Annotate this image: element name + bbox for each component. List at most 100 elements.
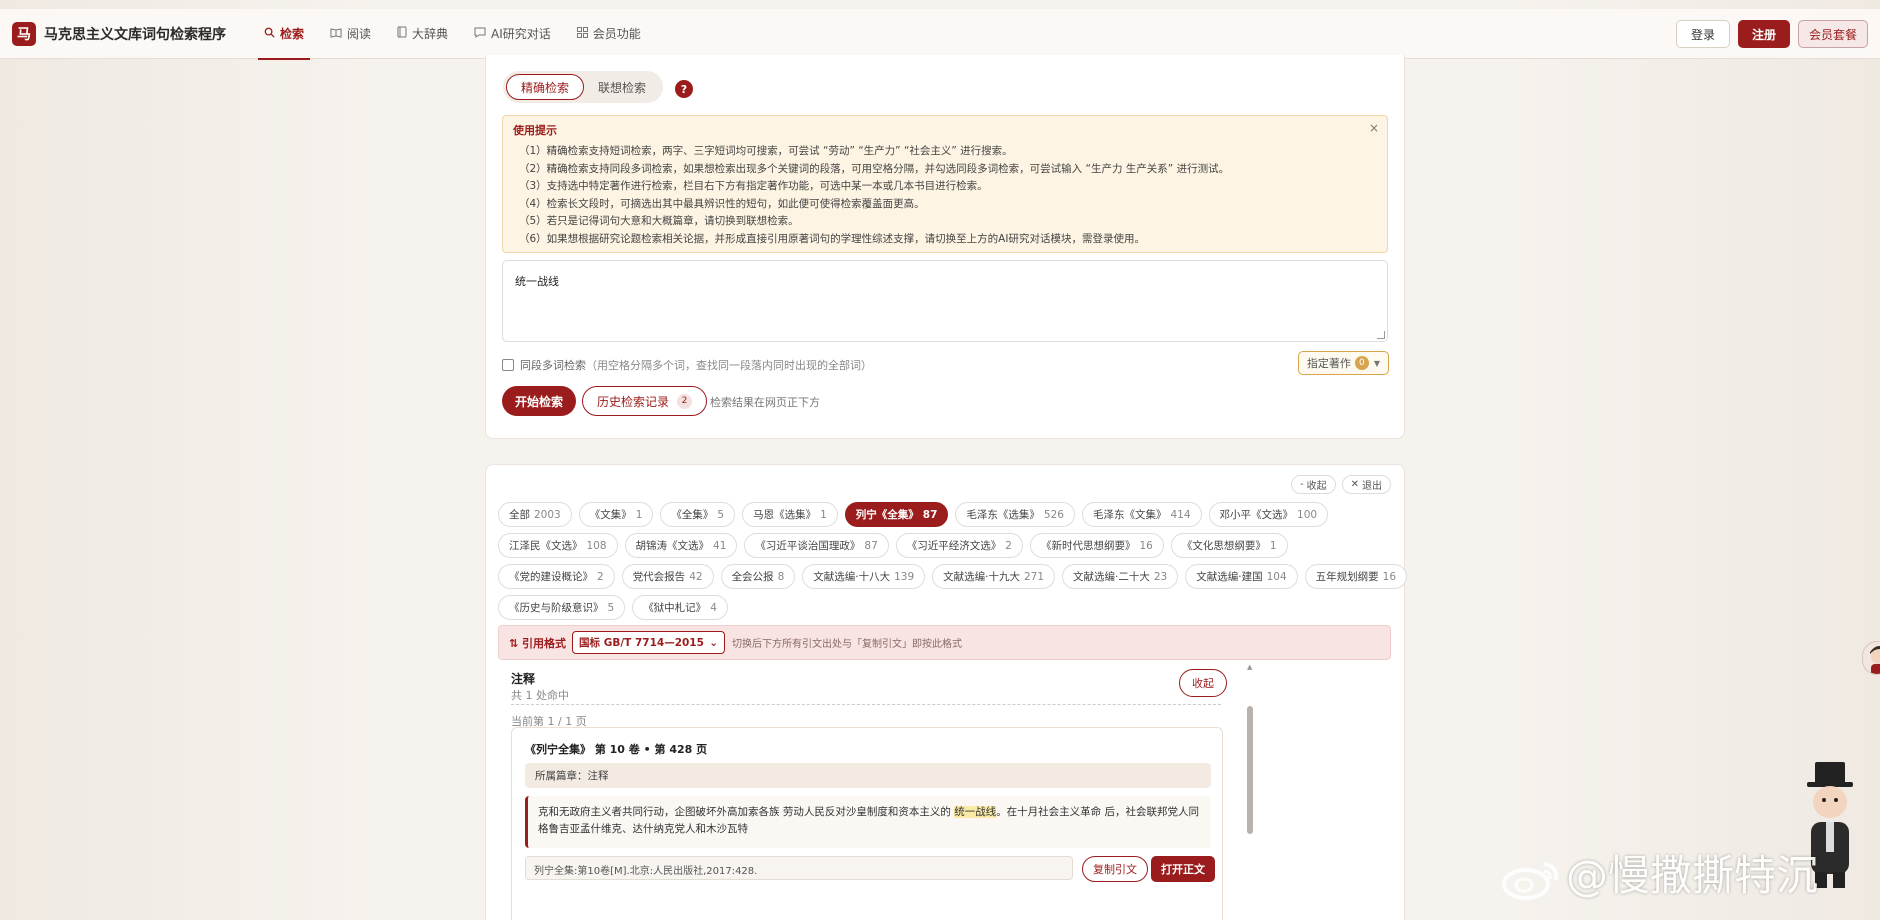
work-filter-chips: 全部 2003 《文集》 1 《全集》 5 马恩《选集》 1 列宁《全集》 87 毛泽东《选集》 52… (498, 502, 1408, 626)
chip-count: 5 (607, 601, 615, 614)
collapse-all-button[interactable]: - 收起 (1291, 475, 1336, 494)
work-filter-chip[interactable]: 《狱中札记》 4 (632, 595, 728, 620)
citation-format-select[interactable]: 国标 GB/T 7714—2015 ⌄ (572, 631, 726, 654)
work-filter-chip[interactable]: 《习近平谈治国理政》 87 (744, 533, 889, 558)
work-filter-chip[interactable]: 全部 2003 (498, 502, 572, 527)
register-button[interactable]: 注册 (1737, 20, 1790, 48)
work-filter-chip[interactable]: 胡锦涛《文选》 41 (624, 533, 738, 558)
nav-item-ai-chat[interactable]: AI研究对话 (466, 9, 559, 59)
chip-label: 邓小平《文选》 (1219, 509, 1294, 521)
chip-label: 《全集》 (671, 509, 714, 521)
nav-item-member[interactable]: 会员功能 (569, 9, 649, 59)
result-title: 《列宁全集》 第 10 卷 • 第 428 页 (525, 743, 708, 756)
close-icon: ✕ (1350, 479, 1359, 490)
nav-item-dictionary[interactable]: 大辞典 (389, 9, 456, 59)
chip-count: 87 (922, 508, 938, 521)
vip-plan-button[interactable]: 会员套餐 (1797, 20, 1868, 48)
search-panel: 精确检索 联想检索 ? 使用提示 × （1）精确检索支持短词检索，两字、三字短词… (485, 55, 1405, 439)
nav-item-label: 会员功能 (592, 27, 641, 41)
notes-group: 注释 共 1 处命中 收起 当前第 1 / 1 页 ▲ 《列宁全集》 第 10 … (498, 663, 1391, 920)
app-logo[interactable]: 马 马克思主义文库词句检索程序 (12, 21, 226, 46)
chip-count: 41 (713, 539, 727, 552)
chip-label: 党代会报告 (632, 571, 686, 583)
chip-label: 毛泽东《文集》 (1092, 509, 1167, 521)
nav-item-label: 大辞典 (412, 27, 449, 41)
search-history-button[interactable]: 历史检索记录 2 (582, 386, 708, 416)
help-icon[interactable]: ? (675, 80, 693, 98)
chip-label: 文献选编·十八大 (813, 571, 891, 583)
collapse-all-label: 收起 (1306, 481, 1327, 492)
scroll-thumb[interactable] (1247, 706, 1253, 834)
scroll-up-icon[interactable]: ▲ (1247, 663, 1252, 671)
tip-line: （3）支持选中特定著作进行检索，栏目右下方有指定著作功能，可选中某一本或几本书目… (519, 180, 988, 192)
exit-button[interactable]: ✕ 退出 (1341, 475, 1391, 494)
nav-item-read[interactable]: 阅读 (322, 9, 379, 59)
work-filter-chip[interactable]: 文献选编·十八大 139 (802, 564, 926, 589)
chip-count: 526 (1043, 508, 1064, 521)
start-search-button[interactable]: 开始检索 (502, 386, 577, 416)
work-filter-chip[interactable]: 党代会报告 42 (621, 564, 714, 589)
chip-count: 139 (894, 570, 915, 583)
copy-citation-button[interactable]: 复制引文 (1082, 856, 1148, 882)
login-button[interactable]: 登录 (1675, 20, 1730, 48)
quote-highlight: 统一战线 (954, 806, 997, 818)
nav-item-label: 检索 (280, 27, 305, 41)
work-filter-chip[interactable]: 毛泽东《选集》 526 (955, 502, 1075, 527)
weibo-logo-icon (1500, 858, 1562, 900)
chip-label: 文献选编·十九大 (943, 571, 1020, 583)
work-filter-chip[interactable]: 全会公报 8 (720, 564, 796, 589)
work-filter-chip[interactable]: 《党的建设概论》 2 (498, 564, 615, 589)
chip-label: 毛泽东《选集》 (966, 509, 1040, 521)
work-filter-chip[interactable]: 邓小平《文选》 100 (1208, 502, 1329, 527)
open-text-button[interactable]: 打开正文 (1151, 856, 1215, 882)
chip-row: 全部 2003 《文集》 1 《全集》 5 马恩《选集》 1 列宁《全集》 87 毛泽东《选集》 52… (498, 502, 1398, 527)
chip-label: 五年规划纲要 (1315, 571, 1379, 583)
multi-word-option[interactable]: 同段多词检索 （用空格分隔多个词，查找同一段落内同时出现的全部词） (502, 357, 872, 373)
chip-label: 《习近平经济文选》 (906, 540, 1002, 552)
work-filter-chip[interactable]: 《全集》 5 (660, 502, 736, 527)
close-icon[interactable]: × (1369, 121, 1379, 135)
work-filter-chip[interactable]: 马恩《选集》 1 (742, 502, 838, 527)
search-input[interactable]: 统一战线 (502, 260, 1388, 342)
work-filter-chip[interactable]: 《历史与阶级意识》 5 (498, 595, 626, 620)
exit-label: 退出 (1362, 481, 1382, 492)
search-mode-switch: 精确检索 联想检索 (503, 71, 664, 103)
citation-format-value: 国标 GB/T 7714—2015 (579, 637, 704, 649)
work-filter-chip[interactable]: 《文化思想纲要》 1 (1170, 533, 1288, 558)
work-filter-chip[interactable]: 列宁《全集》 87 (844, 502, 949, 527)
work-filter-chip[interactable]: 五年规划纲要 16 (1304, 564, 1408, 589)
work-filter-chip[interactable]: 《文集》 1 (578, 502, 654, 527)
citation-format-label: ⇅ 引用格式 (509, 635, 566, 651)
multi-word-hint: （用空格分隔多个词，查找同一段落内同时出现的全部词） (586, 359, 872, 372)
mode-associative[interactable]: 联想检索 (584, 74, 660, 100)
work-filter-chip[interactable]: 《新时代思想纲要》 16 (1029, 533, 1164, 558)
chat-icon (474, 27, 486, 41)
work-filter-chip[interactable]: 文献选编·二十大 23 (1062, 564, 1179, 589)
mode-exact[interactable]: 精确检索 (506, 74, 585, 100)
work-filter-chip[interactable]: 《习近平经济文选》 2 (895, 533, 1023, 558)
work-filter-chip[interactable]: 毛泽东《文集》 414 (1081, 502, 1202, 527)
chip-count: 1 (820, 508, 827, 521)
resize-handle[interactable] (1377, 331, 1385, 339)
chip-count: 1 (1269, 539, 1277, 552)
work-filter-chip[interactable]: 文献选编·十九大 271 (932, 564, 1056, 589)
specify-works-button[interactable]: 指定著作 0 ▼ (1297, 351, 1389, 375)
work-filter-chip[interactable]: 江泽民《文选》 108 (498, 533, 618, 558)
chip-count: 16 (1382, 570, 1397, 583)
usage-tips: 使用提示 × （1）精确检索支持短词检索，两字、三字短词均可搜索，可尝试 “劳动… (502, 115, 1388, 253)
chip-count: 16 (1139, 539, 1153, 552)
search-icon (264, 27, 275, 41)
citation-format-text: 引用格式 (522, 636, 567, 650)
nav-menu: 检索 阅读 大辞典 AI研究对话 会员功能 (256, 9, 659, 60)
work-filter-chip[interactable]: 文献选编·建国 104 (1185, 564, 1298, 589)
chip-count: 1 (635, 508, 643, 521)
chip-row: 《历史与阶级意识》 5 《狱中札记》 4 (498, 595, 1398, 620)
tip-line: （6）如果想根据研究论题检索相关论据，并形成直接引用原著词句的学理性综述支撑，请… (519, 232, 1145, 245)
collapse-icon: - (1300, 479, 1304, 490)
group-collapse-button[interactable]: 收起 (1179, 669, 1227, 697)
nav-item-search[interactable]: 检索 (256, 9, 312, 60)
top-nav: 马 马克思主义文库词句检索程序 检索 阅读 大辞典 AI研究对话 会员功能 登录… (0, 9, 1880, 60)
results-scrollbar[interactable]: ▲ (1247, 663, 1254, 920)
multi-word-checkbox[interactable] (502, 359, 514, 371)
chip-row: 江泽民《文选》 108 胡锦涛《文选》 41 《习近平谈治国理政》 87 《习近平经济文选》… (498, 533, 1398, 558)
